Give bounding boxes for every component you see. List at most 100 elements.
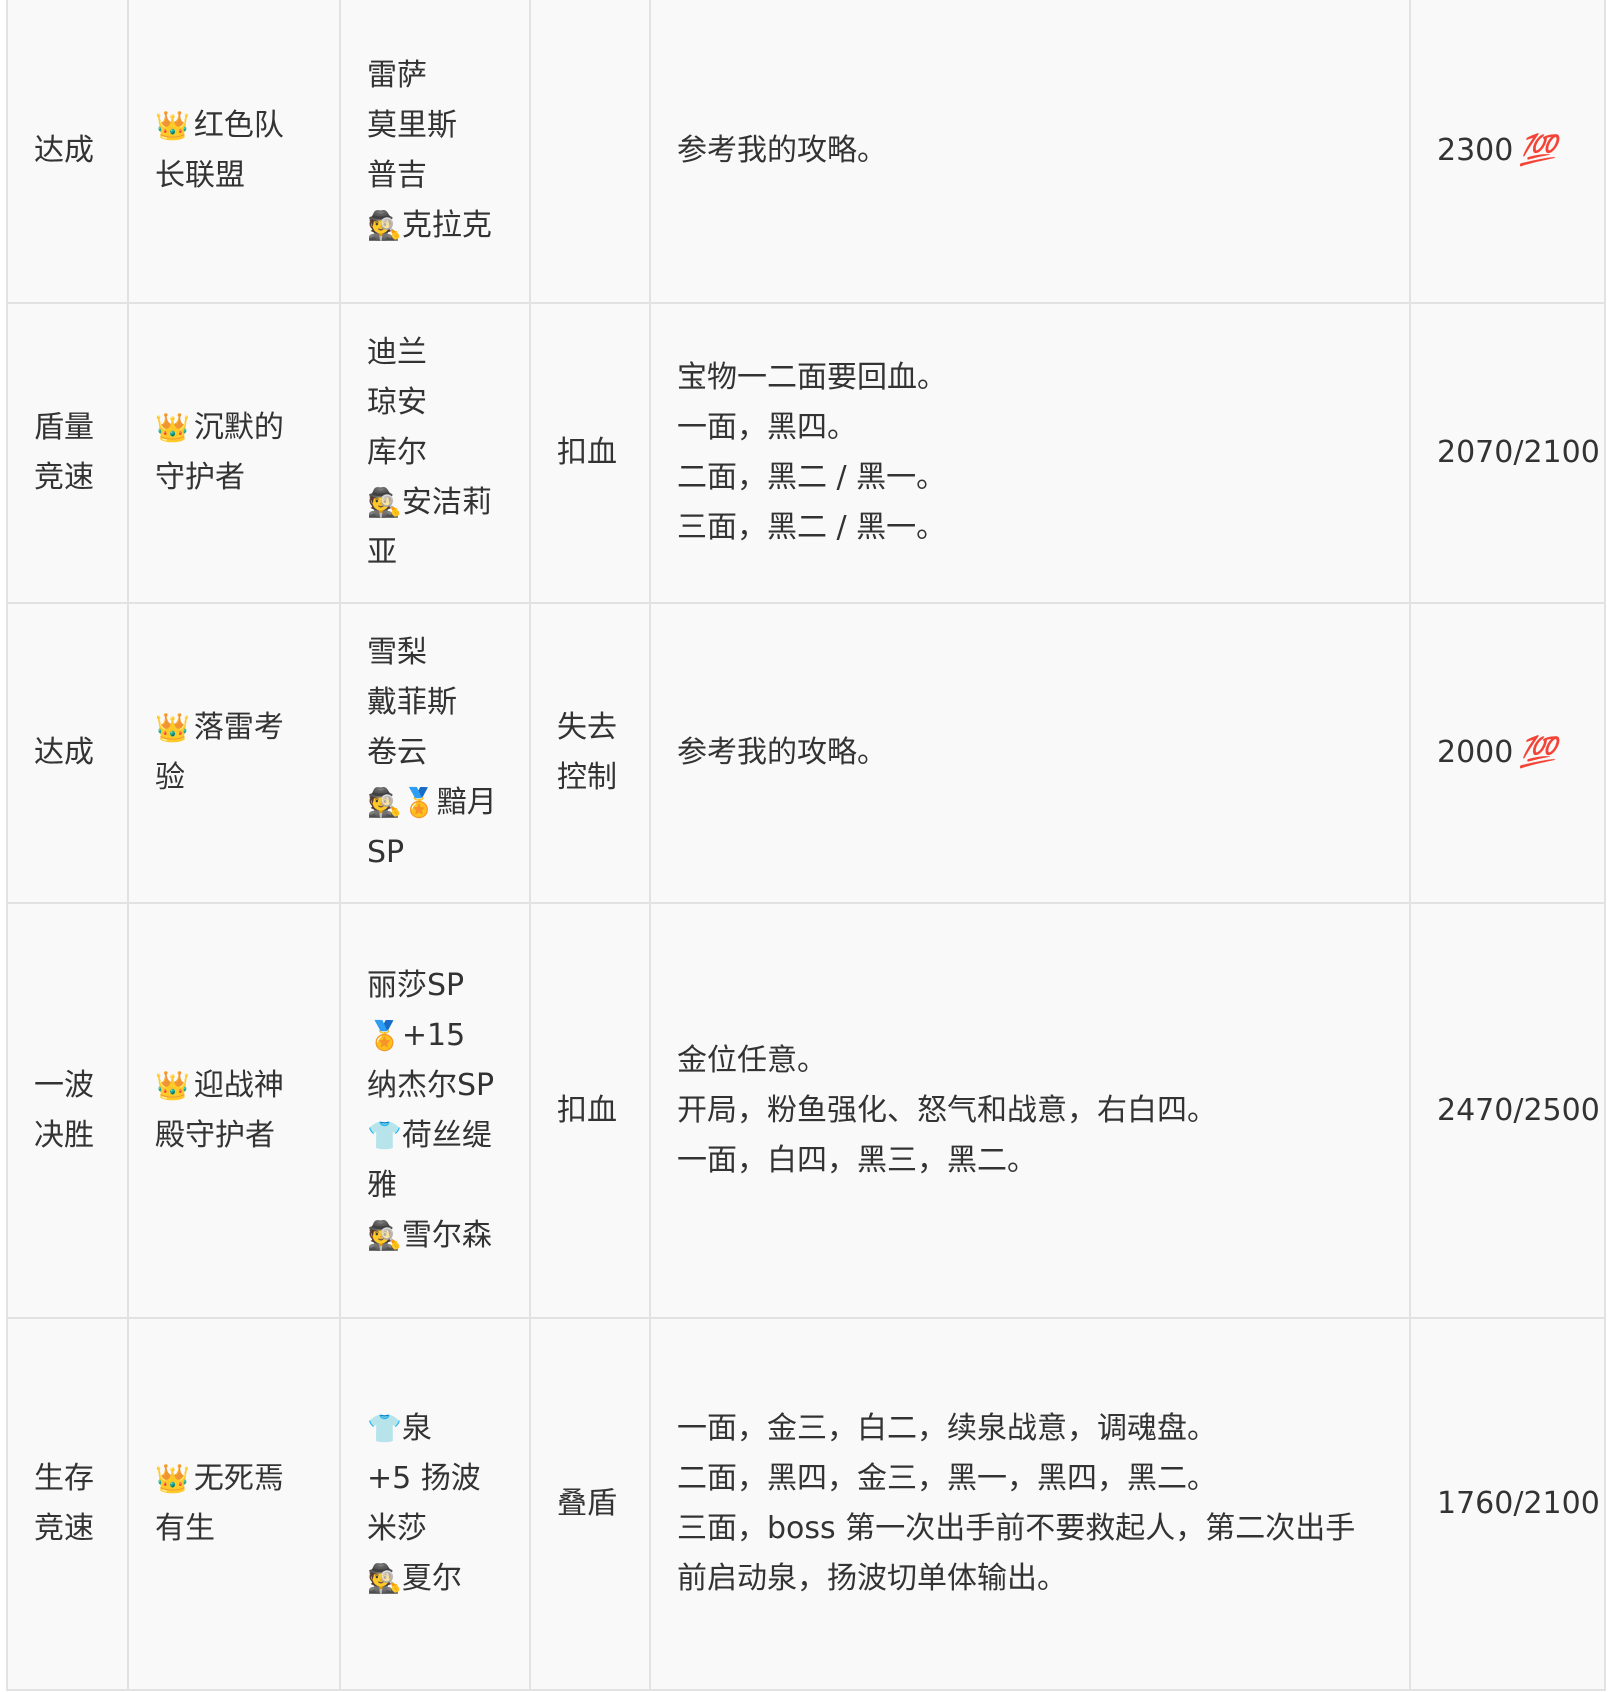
team-member: 戴菲斯 bbox=[367, 678, 503, 728]
strategy-table-body: 达成 👑 红色队长联盟 雷萨 莫里斯 普吉 🕵克拉克 参考我的攻略。 2300 💯 盾量竞速 👑 沉默的… bbox=[6, 0, 1606, 1691]
team-member: 莫里斯 bbox=[367, 101, 503, 151]
score-text: 2070/2100 bbox=[1437, 435, 1600, 470]
result-cell: 达成 bbox=[6, 602, 129, 904]
note-line: 参考我的攻略。 bbox=[677, 133, 887, 168]
condition-text: 叠盾 bbox=[557, 1486, 617, 1521]
team-member: 米莎 bbox=[367, 1504, 503, 1554]
result-text: 一波决胜 bbox=[34, 1067, 94, 1153]
role-icon: 🕵 bbox=[367, 1562, 402, 1595]
role-icon: 🕵 bbox=[367, 1218, 402, 1252]
team-member: 雷萨 bbox=[367, 51, 503, 101]
member-name: 琼安 bbox=[367, 385, 427, 420]
notes-cell: 参考我的攻略。 bbox=[649, 0, 1411, 304]
member-name: 克拉克 bbox=[401, 208, 492, 243]
score-text: 1760/2100 bbox=[1437, 1486, 1600, 1521]
score-text: 2300 bbox=[1437, 133, 1514, 168]
crown-icon: 👑 bbox=[155, 411, 190, 444]
result-text: 达成 bbox=[34, 133, 94, 168]
team-member: 雪梨 bbox=[367, 628, 503, 678]
condition-cell bbox=[529, 0, 651, 304]
team-member: 🕵雪尔森 bbox=[367, 1211, 503, 1261]
notes-cell: 金位任意。开局，粉鱼强化、怒气和战意，右白四。 一面，白四，黑三，黑二。 bbox=[649, 902, 1411, 1319]
stage-name-cell: 👑 迎战神殿守护者 bbox=[127, 902, 341, 1319]
hundred-icon: 💯 bbox=[1519, 735, 1557, 770]
result-text: 达成 bbox=[34, 735, 94, 770]
note-line: 金位任意。 bbox=[677, 1042, 827, 1078]
score-cell: 2070/2100 bbox=[1409, 302, 1606, 604]
team-member: 普吉 bbox=[367, 151, 503, 201]
team-member: 🏅+15 纳杰尔SP bbox=[367, 1011, 503, 1111]
score-text: 2470/2500 bbox=[1437, 1092, 1600, 1128]
crown-icon: 👑 bbox=[155, 109, 190, 142]
team-member: 丽莎SP bbox=[367, 961, 503, 1011]
strategy-table: 达成 👑 红色队长联盟 雷萨 莫里斯 普吉 🕵克拉克 参考我的攻略。 2300 💯 盾量竞速 👑 沉默的… bbox=[6, 0, 1606, 1691]
crown-icon: 👑 bbox=[155, 1462, 190, 1495]
member-name: 泉 bbox=[401, 1411, 432, 1446]
note-line: 三面，黑二 / 黑一。 bbox=[677, 510, 947, 545]
table-row: 盾量竞速 👑 沉默的守护者 迪兰 琼安 库尔 🕵安洁莉亚 扣血 宝物一二面要回血。 一面，黑四。二… bbox=[6, 302, 1606, 604]
crown-icon: 👑 bbox=[155, 711, 190, 744]
member-name: 迪兰 bbox=[367, 335, 427, 370]
note-line: 宝物一二面要回血。 bbox=[677, 360, 947, 395]
notes-cell: 宝物一二面要回血。 一面，黑四。 二面，黑二 / 黑一。 三面，黑二 / 黑一。 bbox=[649, 302, 1411, 604]
score-cell: 2300 💯 bbox=[1409, 0, 1606, 304]
member-name: 戴菲斯 bbox=[367, 685, 457, 720]
team-cell: 迪兰 琼安 库尔 🕵安洁莉亚 bbox=[339, 302, 531, 604]
role-icon: 👕 bbox=[367, 1118, 402, 1152]
condition-cell: 叠盾 bbox=[529, 1317, 651, 1691]
role-icon: 🕵 bbox=[367, 209, 402, 242]
note-line: 二面，黑二 / 黑一。 bbox=[677, 460, 947, 495]
notes-cell: 一面，金三，白二，续泉战意，调魂盘。 二面，黑四，金三，黑一，黑四，黑二。 三面，b… bbox=[649, 1317, 1411, 1691]
table-row: 生存竞速 👑 无死焉有生 👕泉 +5 扬波 米莎 🕵夏尔 叠盾 一面，金三，白二，续泉战意，调魂… bbox=[6, 1317, 1606, 1691]
condition-cell: 扣血 bbox=[529, 302, 651, 604]
condition-cell: 失去控制 bbox=[529, 602, 651, 904]
team-member: 🕵克拉克 bbox=[367, 201, 503, 251]
score-cell: 1760/2100 bbox=[1409, 1317, 1606, 1691]
team-member: 琼安 bbox=[367, 378, 503, 428]
member-name: +5 扬波 bbox=[367, 1461, 481, 1496]
result-text: 生存竞速 bbox=[34, 1461, 94, 1546]
team-cell: 👕泉 +5 扬波 米莎 🕵夏尔 bbox=[339, 1317, 531, 1691]
team-member: +5 扬波 bbox=[367, 1454, 503, 1504]
member-name: 雪尔森 bbox=[401, 1217, 492, 1253]
team-member: 库尔 bbox=[367, 428, 503, 478]
role-icon: 🕵 bbox=[367, 486, 402, 519]
result-cell: 盾量竞速 bbox=[6, 302, 129, 604]
score-cell: 2470/2500 bbox=[1409, 902, 1606, 1319]
team-member: 🕵🏅黯月SP bbox=[367, 778, 503, 878]
member-name: 库尔 bbox=[367, 435, 427, 470]
member-name: 夏尔 bbox=[401, 1561, 462, 1596]
table-row: 达成 👑 落雷考验 雪梨戴菲斯卷云 🕵🏅黯月SP 失去控制 参考我的攻略。 2000 💯 bbox=[6, 602, 1606, 904]
team-cell: 丽莎SP 🏅+15 纳杰尔SP 👕荷丝缇雅 🕵雪尔森 bbox=[339, 902, 531, 1319]
role-icon: 🏅 bbox=[367, 1018, 402, 1052]
member-name: 丽莎SP bbox=[367, 967, 465, 1003]
team-member: 迪兰 bbox=[367, 328, 503, 378]
table-row: 达成 👑 红色队长联盟 雷萨 莫里斯 普吉 🕵克拉克 参考我的攻略。 2300 💯 bbox=[6, 0, 1606, 304]
result-cell: 达成 bbox=[6, 0, 129, 304]
result-text: 盾量竞速 bbox=[34, 410, 94, 495]
note-line: 一面，白四，黑三，黑二。 bbox=[677, 1142, 1037, 1178]
team-member: 👕荷丝缇雅 bbox=[367, 1111, 503, 1211]
note-line: 开局，粉鱼强化、怒气和战意，右白四。 bbox=[677, 1092, 1217, 1128]
team-cell: 雷萨 莫里斯 普吉 🕵克拉克 bbox=[339, 0, 531, 304]
score-cell: 2000 💯 bbox=[1409, 602, 1606, 904]
stage-name-cell: 👑 沉默的守护者 bbox=[127, 302, 341, 604]
stage-name-cell: 👑 无死焉有生 bbox=[127, 1317, 341, 1691]
table-row: 一波决胜 👑 迎战神殿守护者 丽莎SP 🏅+15 纳杰尔SP 👕荷丝缇雅 🕵雪尔森 扣血 金位任… bbox=[6, 902, 1606, 1319]
stage-name-cell: 👑 红色队长联盟 bbox=[127, 0, 341, 304]
role-icon: 🕵🏅 bbox=[367, 786, 437, 819]
team-member: 🕵夏尔 bbox=[367, 1554, 503, 1604]
team-member: 👕泉 bbox=[367, 1404, 503, 1454]
team-member: 卷云 bbox=[367, 728, 503, 778]
score-text: 2000 bbox=[1437, 735, 1514, 770]
note-line: 二面，黑四，金三，黑一，黑四，黑二。 bbox=[677, 1461, 1217, 1496]
member-name: 卷云 bbox=[367, 735, 427, 770]
result-cell: 生存竞速 bbox=[6, 1317, 129, 1691]
result-cell: 一波决胜 bbox=[6, 902, 129, 1319]
condition-text: 扣血 bbox=[557, 435, 617, 470]
member-name: 雪梨 bbox=[367, 635, 427, 670]
condition-cell: 扣血 bbox=[529, 902, 651, 1319]
stage-name-cell: 👑 落雷考验 bbox=[127, 602, 341, 904]
note-line: 参考我的攻略。 bbox=[677, 735, 887, 770]
condition-text: 扣血 bbox=[557, 1092, 617, 1128]
